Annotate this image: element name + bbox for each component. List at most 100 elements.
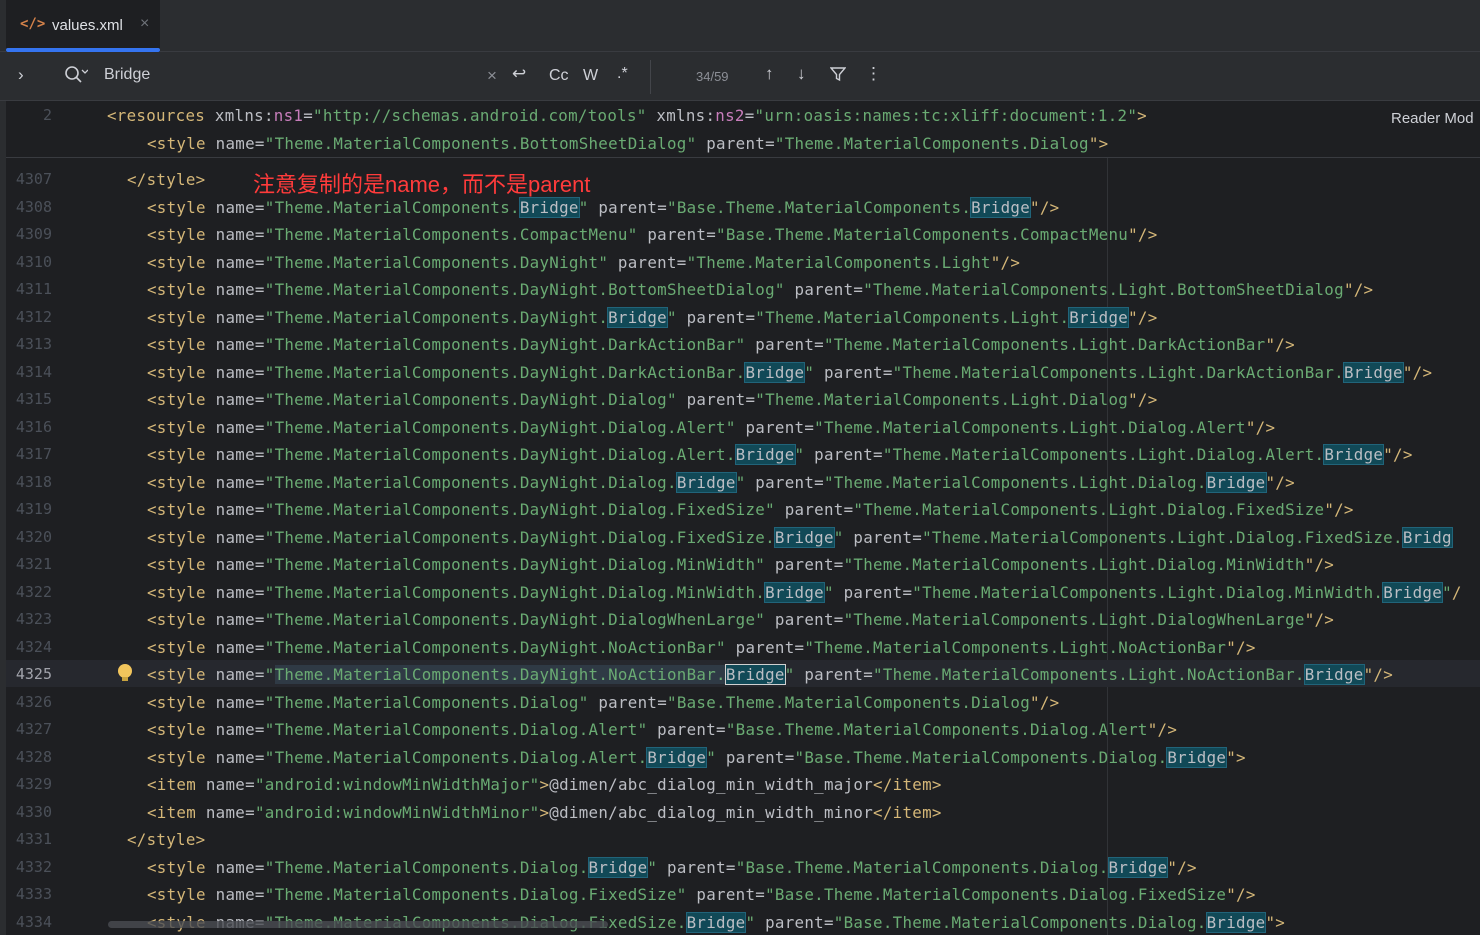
xml-tag: "/> [1324,500,1354,519]
xml-attribute: name= [205,225,265,244]
xml-string: .Dialog [1059,390,1129,409]
xml-string: " [735,858,746,877]
code-line[interactable]: <style name="Theme.MaterialComponents.Da… [147,610,1334,629]
lightbulb-icon[interactable] [118,664,132,681]
code-line-current[interactable]: <style name="Theme.MaterialComponents.Da… [147,664,1393,685]
xml-tag: <style [147,363,206,382]
xml-attribute: name= [205,445,265,464]
string: Theme.MaterialComponents.BottomSheetDial… [274,134,687,153]
code-line[interactable]: <style name="Theme.MaterialComponents.Da… [147,500,1354,519]
search-match: Bridge [970,197,1032,218]
xml-string: " [264,225,275,244]
code-line[interactable]: <style name="Theme.MaterialComponents.Br… [147,197,1059,218]
regex-toggle[interactable]: .* [617,65,628,83]
xml-tag: "> [1226,748,1246,767]
xml-string: .Dialog [961,693,1031,712]
reader-mode-button[interactable]: Reader Mod [1391,110,1474,127]
xml-string: Theme.MaterialComponents.DayNight [274,555,599,574]
clear-search-icon[interactable]: × [487,66,497,86]
xml-string: .Dialog.MinWidth [598,583,756,602]
line-number: 4323 [15,610,52,628]
xml-attribute: parent= [794,665,874,684]
xml-tag: "/> [1383,445,1413,464]
filter-icon[interactable] [829,66,847,87]
xml-attribute: parent= [637,225,717,244]
xml-tag: <style [147,693,206,712]
code-line[interactable]: <style name="Theme.MaterialComponents.Da… [147,362,1433,383]
xml-tag: "/> [1402,363,1433,382]
whole-words-toggle[interactable]: W [583,67,598,85]
xml-attribute: parent= [804,445,883,464]
xml-tag: <style [147,390,206,409]
code-line[interactable]: <style name="Theme.MaterialComponents.Da… [147,390,1158,409]
search-history-icon[interactable] [64,64,89,91]
search-input[interactable]: Bridge [104,66,150,84]
namespace: ns1 [273,106,304,125]
xml-attribute: name= [205,858,265,877]
code-line[interactable]: <style name="Theme.MaterialComponents.Co… [147,225,1158,244]
xml-string: " [264,418,275,437]
code-line[interactable]: <style name="Theme.MaterialComponents.Da… [147,280,1373,299]
expand-replace-chevron-icon[interactable]: › [18,65,24,85]
code-line[interactable]: <style name="Theme.MaterialComponents.Da… [147,307,1158,328]
xml-string: Base.Theme.MaterialComponents [804,748,1089,767]
previous-occurrence-icon[interactable]: ↑ [765,64,774,84]
horizontal-scrollbar[interactable] [108,921,608,928]
code-line[interactable]: </style> [127,830,205,849]
new-line-icon[interactable]: ↩ [512,64,526,84]
code-line[interactable]: <style name="Theme.MaterialComponents.Di… [147,885,1256,904]
xml-string: " [892,363,903,382]
xml-attribute: name= [205,253,265,272]
code-line[interactable]: <style name="Theme.MaterialComponents.Di… [147,720,1177,739]
code-line[interactable]: <style name="Theme.MaterialComponents.Da… [147,444,1413,465]
line-number: 4311 [15,280,52,298]
xml-string: " [264,638,275,657]
code-line[interactable]: <style name="Theme.MaterialComponents.Di… [147,747,1246,768]
next-occurrence-icon[interactable]: ↓ [797,64,806,84]
more-options-icon[interactable]: ⋮ [865,64,882,84]
xml-string: Theme.MaterialComponents.Light [892,445,1187,464]
code-line[interactable]: <style name="Theme.MaterialComponents.Di… [147,857,1197,878]
code-line[interactable]: <style name="Theme.MaterialComponents.Da… [147,527,1453,548]
close-tab-icon[interactable]: × [140,15,149,33]
code-line[interactable]: <style name="Theme.MaterialComponents.Da… [147,555,1334,574]
line-number: 4326 [15,693,52,711]
xml-string: " [823,583,834,602]
xml-attribute: parent= [716,748,795,767]
code-line[interactable]: <style name="Theme.MaterialComponents.Di… [147,693,1059,712]
code-line[interactable]: </style> [127,170,205,189]
code-line[interactable]: <style name="Theme.MaterialComponents.Da… [147,418,1275,437]
xml-string: " [863,280,874,299]
xml-string: " [578,198,589,217]
code-line[interactable]: <style name="Theme.MaterialComponents.Da… [147,335,1295,354]
code-line[interactable]: <style name="Theme.MaterialComponents.Da… [147,472,1295,493]
xml-string: Base.Theme.MaterialComponents [676,693,962,712]
xml-string: .Dialog [510,858,579,877]
tab-values-xml[interactable]: </> values.xml × [6,0,160,52]
xml-string: " [667,693,677,712]
xml-tag: <item [147,803,197,822]
xml-tag: "/> [1147,720,1178,739]
xml-string: " [843,555,854,574]
tag: <style [147,134,206,153]
xml-attribute: name= [205,555,265,574]
xml-string: " [843,610,854,629]
xml-tag: <style [147,473,206,492]
code-line[interactable]: <style name="Theme.MaterialComponents.Da… [147,253,1020,272]
match-case-toggle[interactable]: Cc [549,67,569,85]
tag: "> [1088,134,1109,153]
xml-string: " [823,335,834,354]
xml-tag: </item> [873,775,942,794]
code-editor[interactable]: 2 4303 4307 4308 4309 4310 4311 4312 431… [0,101,1480,935]
code-line[interactable]: <style name="Theme.MaterialComponents.Da… [147,638,1256,657]
xml-tag: <style [147,858,206,877]
xml-string: . [637,748,648,767]
xml-string: .CompactMenu [510,225,628,244]
code-line[interactable]: <style name="Theme.MaterialComponents.Da… [147,582,1462,603]
line-number: 4322 [15,583,52,601]
xml-string: .BottomSheetDialog [598,280,775,299]
code-line[interactable]: <resources xmlns:ns1="http://schemas.and… [107,106,1147,125]
sticky-scroll-line[interactable]: <style name="Theme.MaterialComponents.Bo… [6,130,1480,158]
code-line[interactable]: <item name="android:windowMinWidthMajor"… [147,775,942,794]
code-line[interactable]: <item name="android:windowMinWidthMinor"… [147,803,942,822]
